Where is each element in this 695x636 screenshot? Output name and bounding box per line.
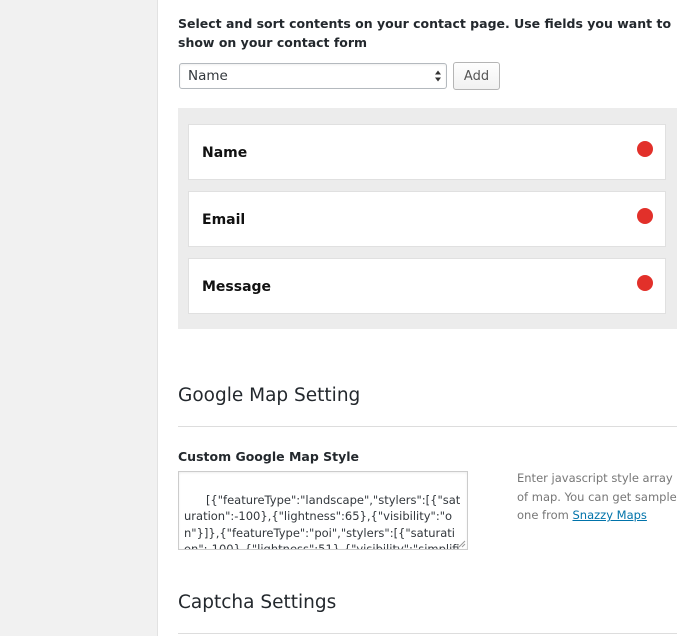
snazzy-maps-link[interactable]: Snazzy Maps [572,508,646,522]
field-type-select[interactable]: Name [179,63,447,89]
remove-field-name-icon[interactable] [637,141,653,157]
resize-grip-icon[interactable] [458,540,466,548]
remove-field-message-icon[interactable] [637,275,653,291]
custom-map-style-value: [{"featureType":"landscape","stylers":[{… [184,492,461,550]
field-item-label: Name [202,145,248,161]
section-divider [178,426,677,427]
field-item-label: Message [202,279,272,295]
custom-map-style-label: Custom Google Map Style [178,449,360,464]
field-item-email[interactable]: Email [188,191,666,247]
custom-map-style-textarea[interactable]: [{"featureType":"landscape","stylers":[{… [178,471,468,550]
section-divider [178,633,677,634]
settings-page: Select and sort contents on your contact… [0,0,695,636]
google-map-section-title: Google Map Setting [178,385,361,406]
field-item-message[interactable]: Message [188,258,666,314]
field-item-label: Email [202,212,246,228]
field-item-name[interactable]: Name [188,124,666,180]
sortable-fields-list: Name Email Message [178,108,677,329]
map-style-help-text: Enter javascript style array of map. You… [517,469,677,525]
captcha-section-title: Captcha Settings [178,592,337,613]
select-updown-arrows-icon [435,70,441,82]
field-type-select-value: Name [188,68,228,84]
remove-field-email-icon[interactable] [637,208,653,224]
admin-sidebar-gutter [0,0,158,636]
contact-fields-description: Select and sort contents on your contact… [178,16,672,50]
add-field-button[interactable]: Add [453,62,500,90]
settings-content: Select and sort contents on your contact… [158,0,695,636]
